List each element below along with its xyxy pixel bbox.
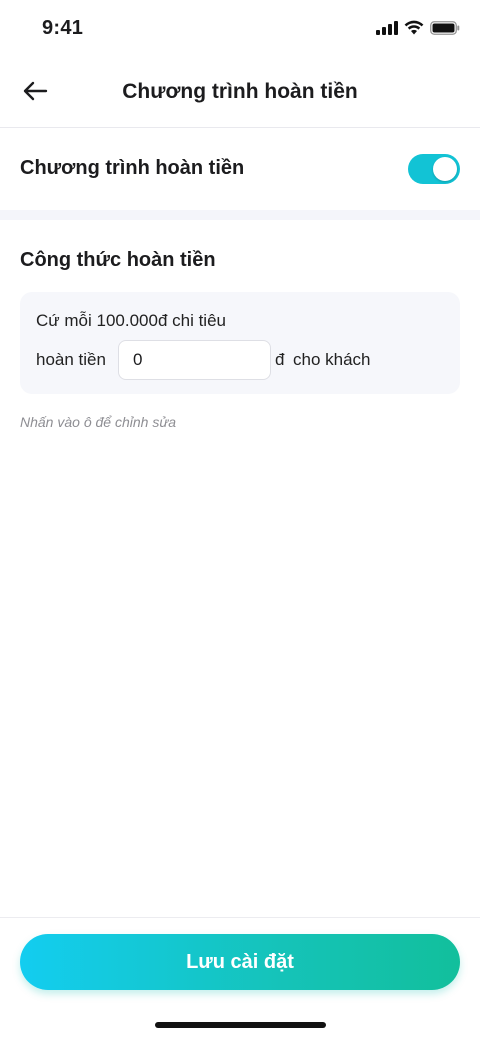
status-icons — [376, 20, 460, 40]
home-indicator — [155, 1022, 326, 1028]
section-divider — [0, 210, 480, 220]
save-settings-button[interactable]: Lưu cài đặt — [20, 934, 460, 990]
cashback-toggle-row: Chương trình hoàn tiền — [0, 128, 480, 210]
toggle-knob — [433, 157, 457, 181]
battery-icon — [430, 20, 460, 40]
status-bar: 9:41 — [0, 0, 480, 58]
formula-suffix-text: cho khách — [293, 350, 371, 369]
formula-prefix-text: hoàn tiền — [36, 350, 106, 369]
formula-section-title: Công thức hoàn tiền — [20, 249, 216, 271]
cashback-amount-input[interactable] — [118, 340, 271, 380]
footer-divider — [0, 917, 480, 918]
formula-card: Cứ mỗi 100.000đ chi tiêu hoàn tiền đ cho… — [20, 292, 460, 394]
currency-label: đ — [275, 350, 285, 369]
cashback-toggle-label: Chương trình hoàn tiền — [20, 157, 245, 179]
cashback-toggle[interactable] — [408, 154, 460, 184]
nav-bar: Chương trình hoàn tiền — [0, 58, 480, 128]
status-time: 9:41 — [42, 17, 84, 39]
edit-hint: Nhấn vào ô để chỉnh sửa — [20, 414, 176, 430]
page-title: Chương trình hoàn tiền — [122, 80, 358, 103]
signal-icon — [376, 20, 398, 40]
wifi-icon — [404, 20, 424, 40]
formula-spend-text: Cứ mỗi 100.000đ chi tiêu — [36, 311, 226, 330]
